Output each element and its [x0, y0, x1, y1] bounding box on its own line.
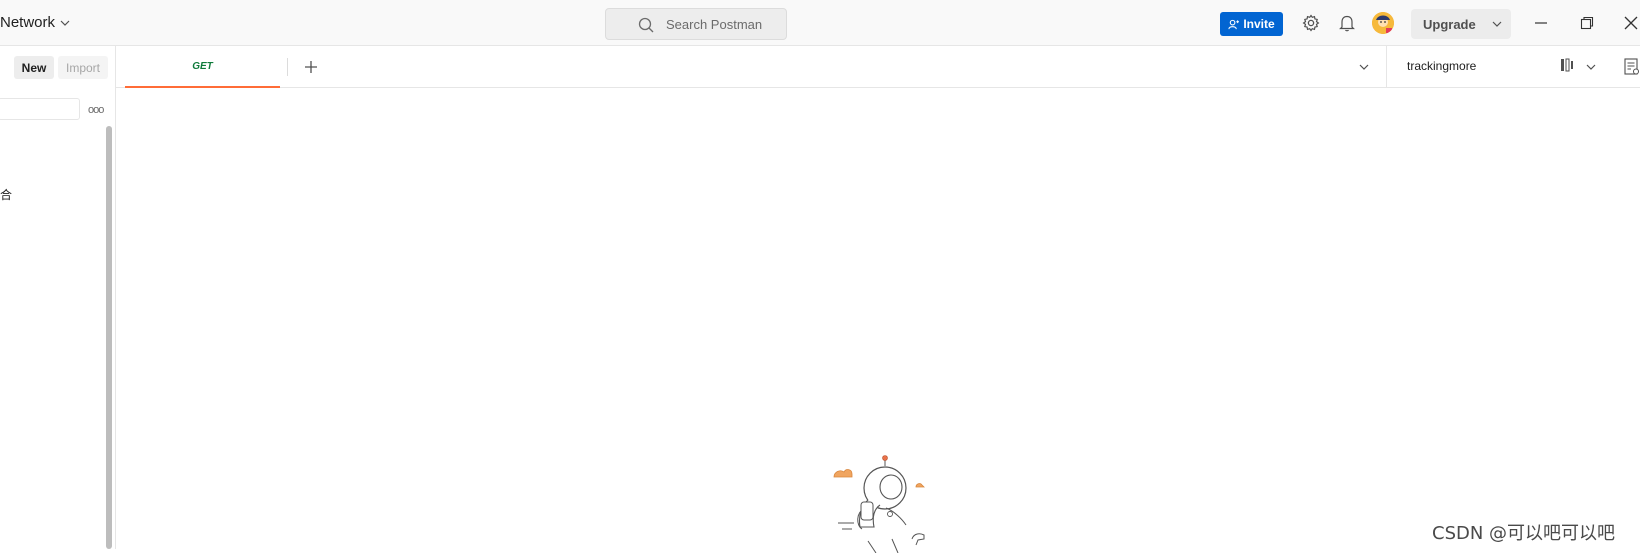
request-method: GET [192, 60, 213, 72]
settings-button[interactable] [1301, 13, 1321, 33]
new-button[interactable]: New [14, 56, 54, 79]
workspace-switcher[interactable]: Network [0, 14, 70, 31]
environment-quick-look-button[interactable] [1560, 57, 1578, 78]
chevron-down-icon [1586, 64, 1596, 70]
search-icon [638, 17, 654, 33]
bell-icon [1339, 15, 1355, 32]
sidebar-item-fragment[interactable]: 合 [0, 186, 12, 203]
more-options-button[interactable]: ooo [88, 104, 104, 116]
tab-bar: GET trackingmore [116, 46, 1640, 88]
request-tab[interactable]: GET [125, 46, 280, 88]
main-workspace [116, 88, 1640, 553]
minimize-button[interactable] [1532, 14, 1550, 32]
invite-label: Invite [1243, 17, 1275, 31]
close-icon [1624, 16, 1638, 30]
upgrade-button[interactable]: Upgrade [1411, 9, 1511, 39]
sidebar-scrollbar[interactable] [106, 126, 112, 549]
restore-button[interactable] [1578, 14, 1596, 32]
environment-quick-look-icon [1561, 58, 1573, 72]
environment-divider [1386, 46, 1387, 88]
invite-user-icon [1228, 19, 1240, 29]
restore-icon [1580, 16, 1594, 30]
right-sidebar-toggle[interactable] [1624, 58, 1640, 81]
search-input[interactable]: Search Postman [605, 8, 787, 40]
import-button[interactable]: Import [58, 56, 108, 79]
chevron-down-icon [60, 20, 70, 26]
tabs-dropdown-button[interactable] [1358, 60, 1372, 74]
tab-divider [287, 58, 288, 76]
chevron-down-icon [1359, 64, 1369, 70]
sidebar: New Import ooo 合 [0, 46, 116, 549]
top-bar: Network Search Postman Invite Upgrade [0, 0, 1640, 46]
chevron-down-icon[interactable] [1491, 18, 1503, 30]
astronaut-illustration [833, 455, 925, 553]
search-placeholder: Search Postman [666, 16, 763, 32]
environment-selector[interactable]: trackingmore [1407, 59, 1476, 73]
documentation-icon [1624, 58, 1639, 75]
environment-dropdown-button[interactable] [1585, 60, 1597, 78]
gear-icon [1302, 14, 1320, 32]
watermark: CSDN @可以吧可以吧 [1432, 523, 1616, 544]
invite-button[interactable]: Invite [1220, 12, 1283, 36]
notifications-button[interactable] [1337, 13, 1357, 33]
new-tab-button[interactable] [302, 58, 320, 76]
avatar[interactable] [1372, 12, 1394, 34]
plus-icon [305, 61, 317, 73]
avatar-image [1372, 12, 1394, 34]
workspace-label: Network [0, 14, 56, 31]
minimize-icon [1535, 22, 1547, 24]
sidebar-filter-input[interactable] [0, 98, 80, 120]
close-window-button[interactable] [1622, 14, 1640, 32]
upgrade-label: Upgrade [1423, 16, 1476, 32]
